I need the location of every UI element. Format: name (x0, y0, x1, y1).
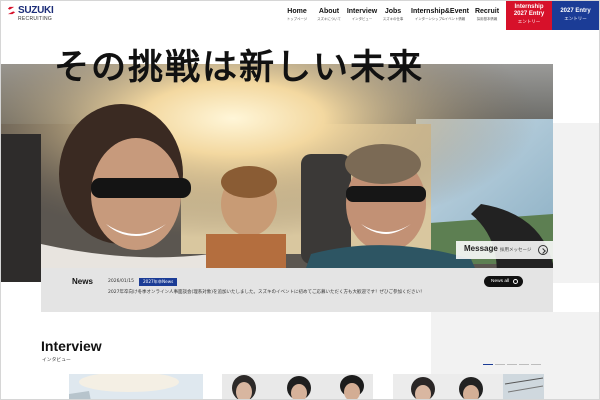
nav-about-sub: スズキについて (317, 17, 341, 21)
nav-interview-sub: インタビュー (351, 17, 373, 21)
interview-card-photo (69, 374, 203, 399)
interview-card[interactable] (222, 374, 373, 399)
news-bar: News 2026/01/15 2027年卒News 2027年卒向け冬季オンラ… (41, 268, 553, 312)
nav-about-label: About (318, 8, 340, 15)
carousel-dot[interactable] (519, 364, 529, 366)
message-sub: 採用メッセージ (500, 248, 532, 253)
internship-entry-button[interactable]: Internship 2027 Entry エントリー (506, 1, 552, 30)
interview-card[interactable] (69, 374, 203, 399)
nav-jobs-sub: スズキの仕事 (382, 17, 404, 21)
nav-jobs-label: Jobs (384, 8, 402, 15)
nav-recruit-sub: 採用基本情報 (476, 17, 498, 21)
interview-card[interactable] (393, 374, 544, 399)
main-entry-sub: エントリー (564, 16, 587, 21)
hero-title: その挑戦は新しい未来 (54, 48, 425, 88)
arrow-circle-icon (513, 279, 518, 284)
interview-card-photo (393, 374, 544, 399)
nav-home-sub: トップページ (286, 17, 308, 21)
internship-entry-line2: 2027 Entry (513, 11, 545, 17)
interview-card-photo (222, 374, 373, 399)
nav-internship-event[interactable]: Internship&Event インターンシップ&イベント情報 (411, 7, 469, 22)
news-all-label: News all (491, 279, 510, 284)
nav-internship-event-label: Internship&Event (411, 8, 469, 15)
nav-interview-label: Interview (346, 8, 378, 15)
carousel-dot[interactable] (531, 364, 541, 366)
nav-interview[interactable]: Interview インタビュー (345, 7, 379, 22)
internship-entry-line1: Internship (514, 4, 544, 10)
interview-title: Interview (41, 338, 102, 354)
news-text-link[interactable]: 2027年卒向け冬季オンライン人事面談会(理系対象)を追加いたしました。スズキの… (108, 289, 428, 296)
internship-entry-sub: エントリー (517, 19, 541, 24)
main-entry-button[interactable]: 2027 Entry エントリー (552, 1, 599, 30)
message-button[interactable]: Message 採用メッセージ (456, 241, 553, 259)
news-all-button[interactable]: News all (484, 276, 523, 287)
main-entry-title: 2027 Entry (560, 8, 591, 14)
browser-page: SUZUKI RECRUITING Home トップページ About スズキに… (0, 0, 600, 400)
carousel-dot-active[interactable] (483, 364, 493, 366)
nav-home-label: Home (287, 8, 307, 15)
nav-internship-event-sub: インターンシップ&イベント情報 (414, 17, 466, 21)
nav-home[interactable]: Home トップページ (281, 7, 313, 22)
carousel-dot[interactable] (495, 364, 505, 366)
nav-recruit-label: Recruit (474, 8, 500, 15)
hero-side-panel (553, 123, 599, 283)
nav-about[interactable]: About スズキについて (314, 7, 344, 22)
news-date: 2026/01/15 (108, 279, 134, 284)
carousel-dot[interactable] (507, 364, 517, 366)
nav-recruit[interactable]: Recruit 採用基本情報 (472, 7, 502, 22)
nav-jobs[interactable]: Jobs スズキの仕事 (379, 7, 407, 22)
interview-subtitle: インタビュー (42, 358, 71, 363)
arrow-circle-icon (538, 245, 548, 255)
message-label: Message (464, 244, 498, 253)
news-category-badge: 2027年卒News (139, 278, 178, 286)
news-label: News (72, 277, 93, 286)
site-header: SUZUKI RECRUITING Home トップページ About スズキに… (1, 1, 599, 30)
